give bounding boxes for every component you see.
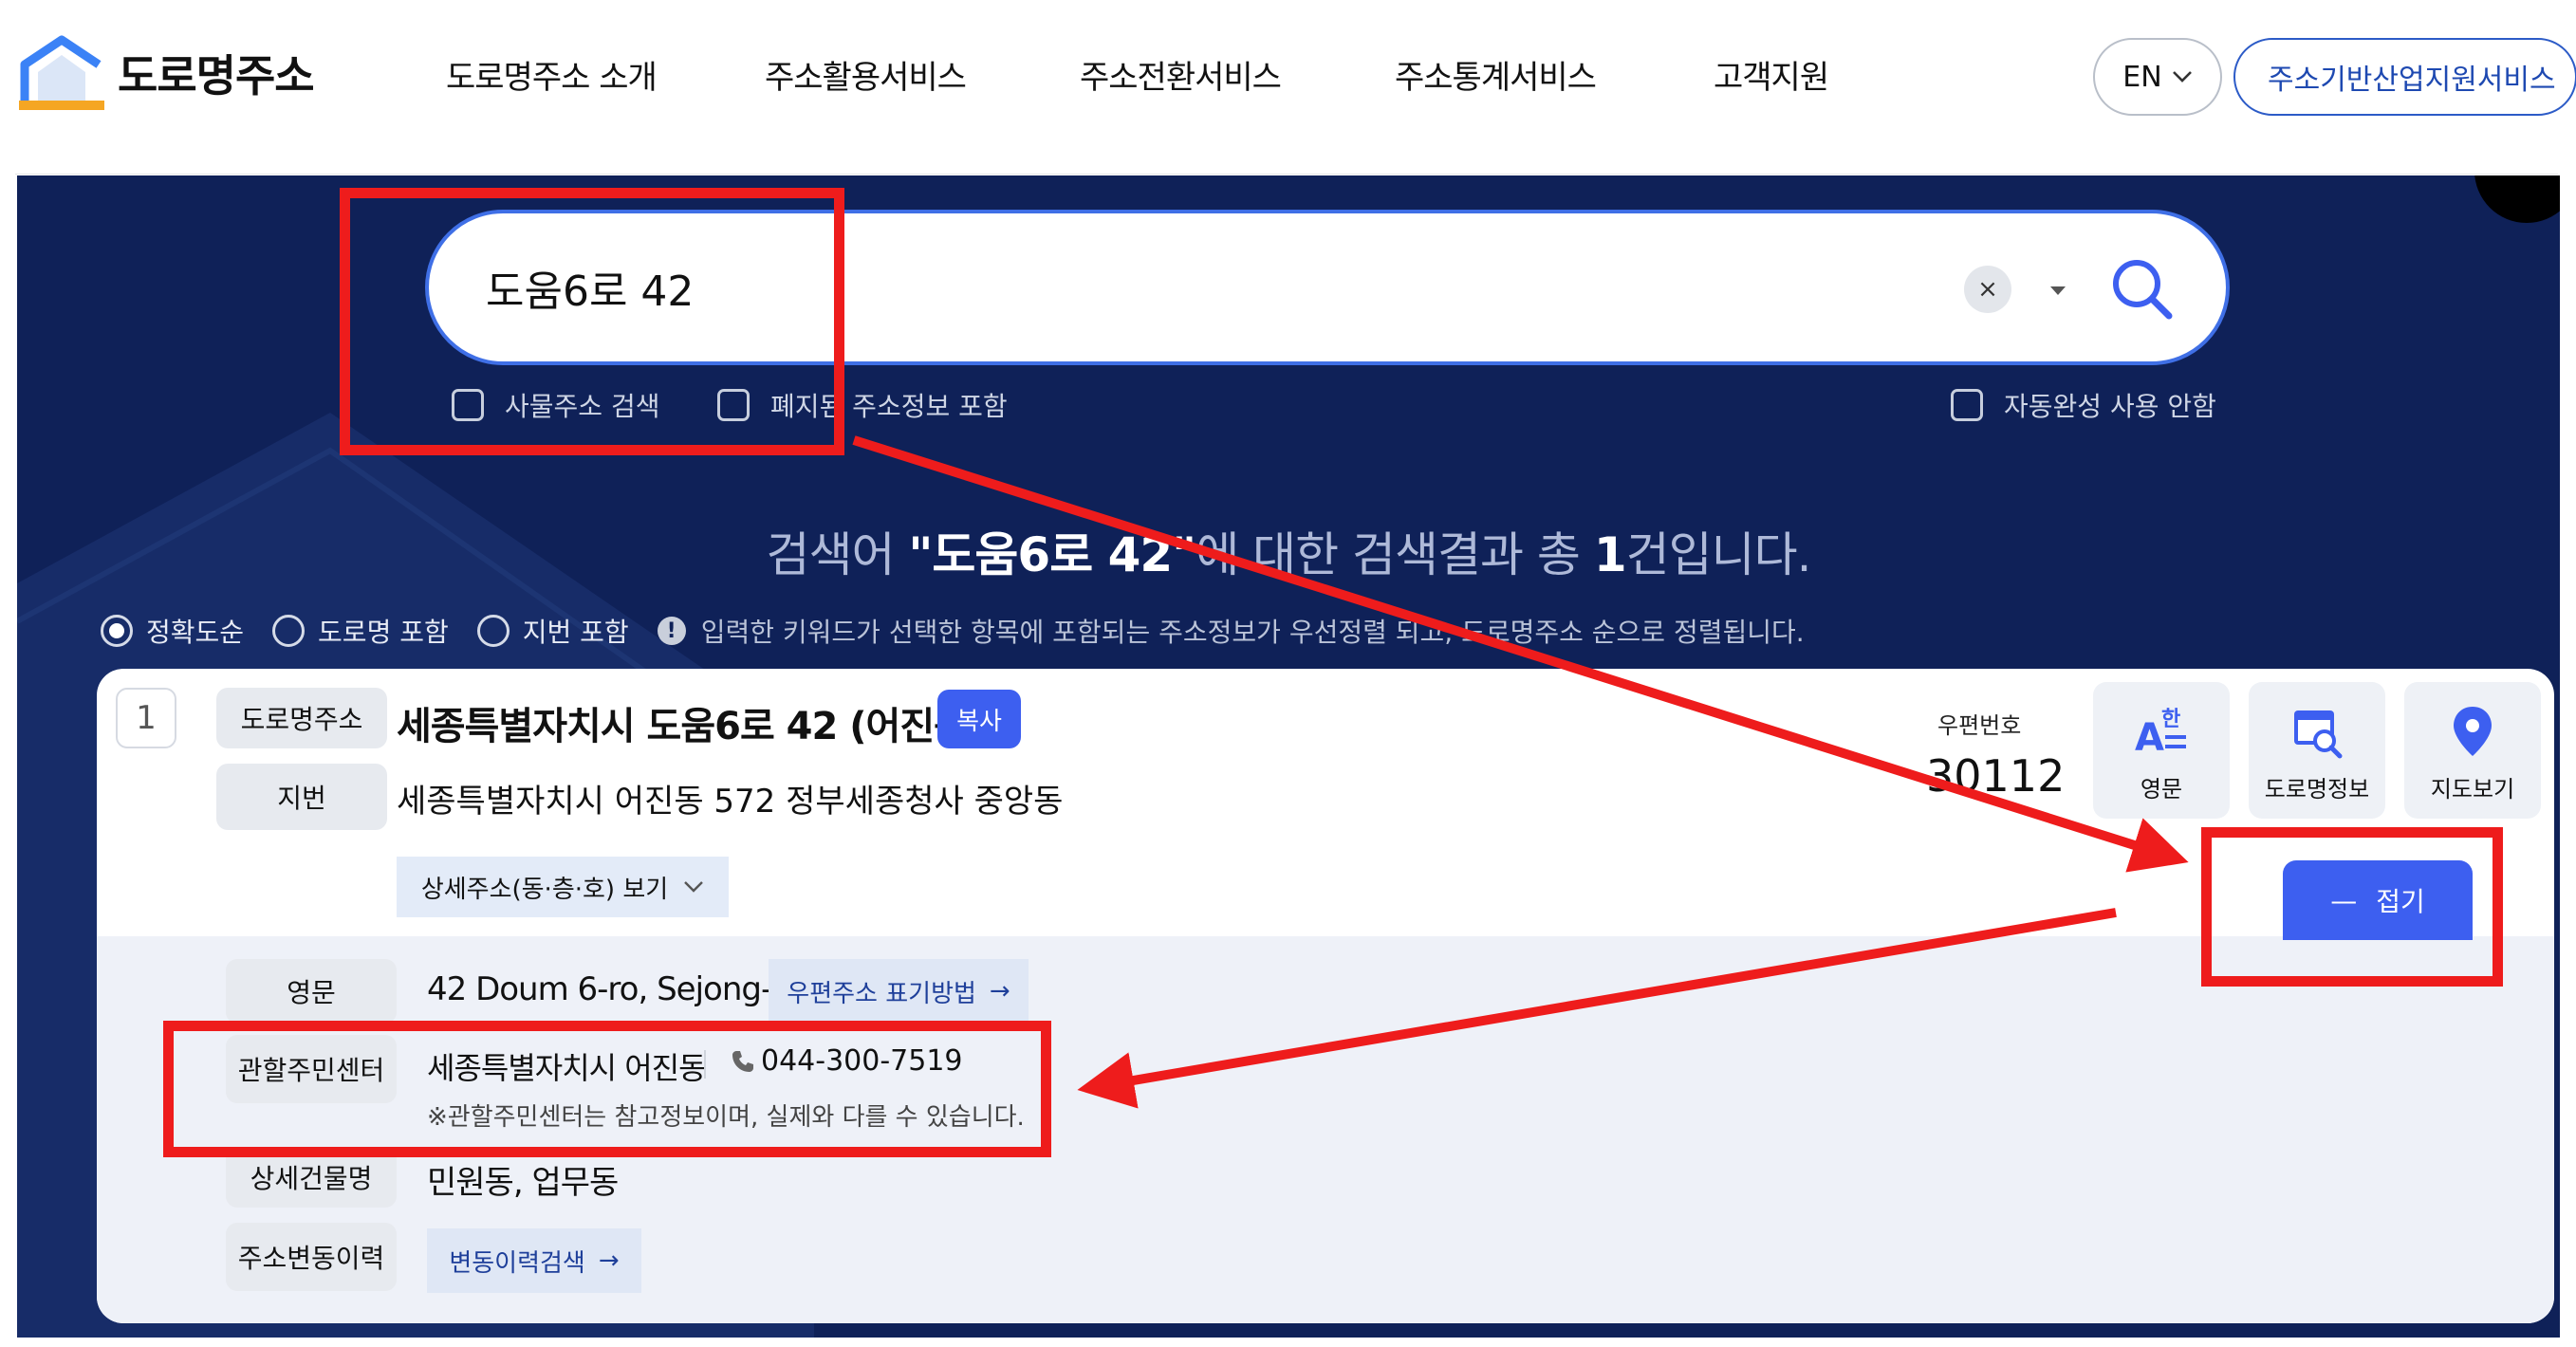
svg-text:한: 한 [2161,708,2180,731]
result-index: 1 [116,688,176,748]
abolished-address-checkbox[interactable]: 폐지된 주소정보 포함 [717,386,1008,424]
building-value: 민원동, 업무동 [427,1164,619,1202]
chevron-down-icon [2172,71,2192,83]
postal-format-label: 우편주소 표기방법 [787,979,976,1008]
dropdown-arrow-icon[interactable] [2044,276,2072,304]
autocomplete-off-checkbox[interactable]: 자동완성 사용 안함 [1951,386,2216,424]
english-button-label: 영문 [2140,776,2183,803]
map-view-button[interactable]: 지도보기 [2404,682,2541,819]
clear-search-button[interactable]: × [1964,266,2011,313]
nav-item-statistics[interactable]: 주소통계서비스 [1395,51,1597,98]
collapse-button[interactable]: — 접기 [2283,860,2473,940]
map-view-label: 지도보기 [2430,776,2515,803]
home-logo-icon[interactable] [19,34,104,110]
result-summary: 검색어 "도움6로 42"에 대한 검색결과 총 1건입니다. [17,517,2560,585]
jibun-label: 지번 [216,764,387,830]
sort-road-radio[interactable]: 도로명 포함 [272,612,449,650]
industry-support-button[interactable]: 주소기반산업지원서비스 [2233,38,2576,116]
radio-icon [476,615,510,647]
phone-icon [732,1050,753,1072]
object-address-label: 사물주소 검색 [505,391,660,422]
result-count: 1 [1593,527,1627,582]
sort-jibun-label: 지번 포함 [522,617,629,648]
postal-format-link[interactable]: 우편주소 표기방법 → [769,959,1029,1024]
chevron-down-icon [684,881,704,893]
phone-number: 044-300-7519 [761,1044,963,1078]
svg-text:A: A [2135,716,2164,760]
history-search-label: 변동이력검색 [449,1248,585,1278]
radio-icon [272,615,306,647]
language-label: EN [2122,60,2162,94]
minus-icon: — [2330,884,2358,916]
abolished-address-label: 폐지된 주소정보 포함 [770,391,1008,422]
english-address: 42 Doum 6-ro, Sejong-si [427,970,796,1008]
divider [704,1050,706,1079]
logo-text[interactable]: 도로명주소 [118,42,315,104]
result-query: "도움6로 42" [908,527,1196,582]
road-info-button[interactable]: 도로명정보 [2249,682,2385,819]
detail-address-label: 상세주소(동·층·호) 보기 [420,875,669,904]
zipcode-label: 우편번호 [1937,712,2022,739]
site-header: 도로명주소 도로명주소 소개 주소활용서비스 주소전환서비스 주소통계서비스 고… [15,13,2576,175]
sort-accuracy-label: 정확도순 [146,617,245,648]
info-icon: ! [657,617,686,645]
map-pin-icon [2454,707,2492,756]
result-middle: 에 대한 검색결과 총 [1195,527,1594,582]
center-note: ※관할주민센터는 참고정보이며, 실제와 다를 수 있습니다. [427,1103,1025,1132]
history-label: 주소변동이력 [226,1223,397,1291]
radio-checked-icon [101,615,133,647]
road-info-icon [2294,710,2343,759]
sort-road-label: 도로명 포함 [318,617,449,648]
english-label: 영문 [226,959,397,1024]
sort-options: 정확도순 도로명 포함 지번 포함 ! 입력한 키워드가 선택한 항목에 포함되… [101,612,1805,650]
road-info-label: 도로명정보 [2264,776,2370,803]
center-name: 세종특별자치시 어진동 [427,1050,707,1086]
result-suffix: 건입니다. [1625,527,1812,582]
checkbox-icon [717,389,750,421]
road-address-label: 도로명주소 [216,688,387,748]
sort-accuracy-radio[interactable]: 정확도순 [101,612,244,650]
road-address: 세종특별자치시 도움6로 42 (어진동) [397,705,985,748]
nav-item-intro[interactable]: 도로명주소 소개 [446,51,658,98]
search-hero: × 사물주소 검색 폐지된 주소정보 포함 자동완성 사용 안함 검색어 "도움… [17,175,2560,1338]
sort-note: 입력한 키워드가 선택한 항목에 포함되는 주소정보가 우선정렬 되고, 도로명… [700,617,1805,648]
english-address-button[interactable]: A 한 영문 [2093,682,2230,819]
zipcode-value: 30112 [1926,750,2066,802]
autocomplete-off-label: 자동완성 사용 안함 [2004,391,2216,422]
search-icon[interactable] [2108,255,2175,322]
result-card: 1 도로명주소 세종특별자치시 도움6로 42 (어진동) 복사 지번 세종특별… [97,669,2554,1323]
collapse-label: 접기 [2376,886,2425,917]
search-input[interactable] [486,253,1814,322]
search-box: × [425,210,2230,365]
translate-icon: A 한 [2135,708,2186,760]
close-icon: × [1977,275,1998,304]
center-label: 관할주민센터 [226,1035,397,1103]
result-prefix: 검색어 [766,527,909,582]
checkbox-icon [1951,389,1983,421]
history-search-link[interactable]: 변동이력검색 → [427,1228,641,1293]
nav-item-conversion[interactable]: 주소전환서비스 [1080,51,1282,98]
nav-item-services[interactable]: 주소활용서비스 [765,51,967,98]
object-address-checkbox[interactable]: 사물주소 검색 [452,386,659,424]
building-label: 상세건물명 [226,1147,397,1208]
jibun-address: 세종특별자치시 어진동 572 정부세종청사 중앙동 [397,783,1064,821]
arrow-right-icon: → [989,977,1010,1006]
sort-jibun-radio[interactable]: 지번 포함 [476,612,629,650]
copy-button[interactable]: 복사 [937,690,1021,748]
checkbox-icon [452,389,484,421]
center-phone: 044-300-7519 [731,1044,963,1078]
nav-item-support[interactable]: 고객지원 [1714,51,1829,98]
language-select[interactable]: EN [2093,38,2222,116]
detail-address-button[interactable]: 상세주소(동·층·호) 보기 [397,857,729,917]
arrow-right-icon: → [598,1246,620,1275]
